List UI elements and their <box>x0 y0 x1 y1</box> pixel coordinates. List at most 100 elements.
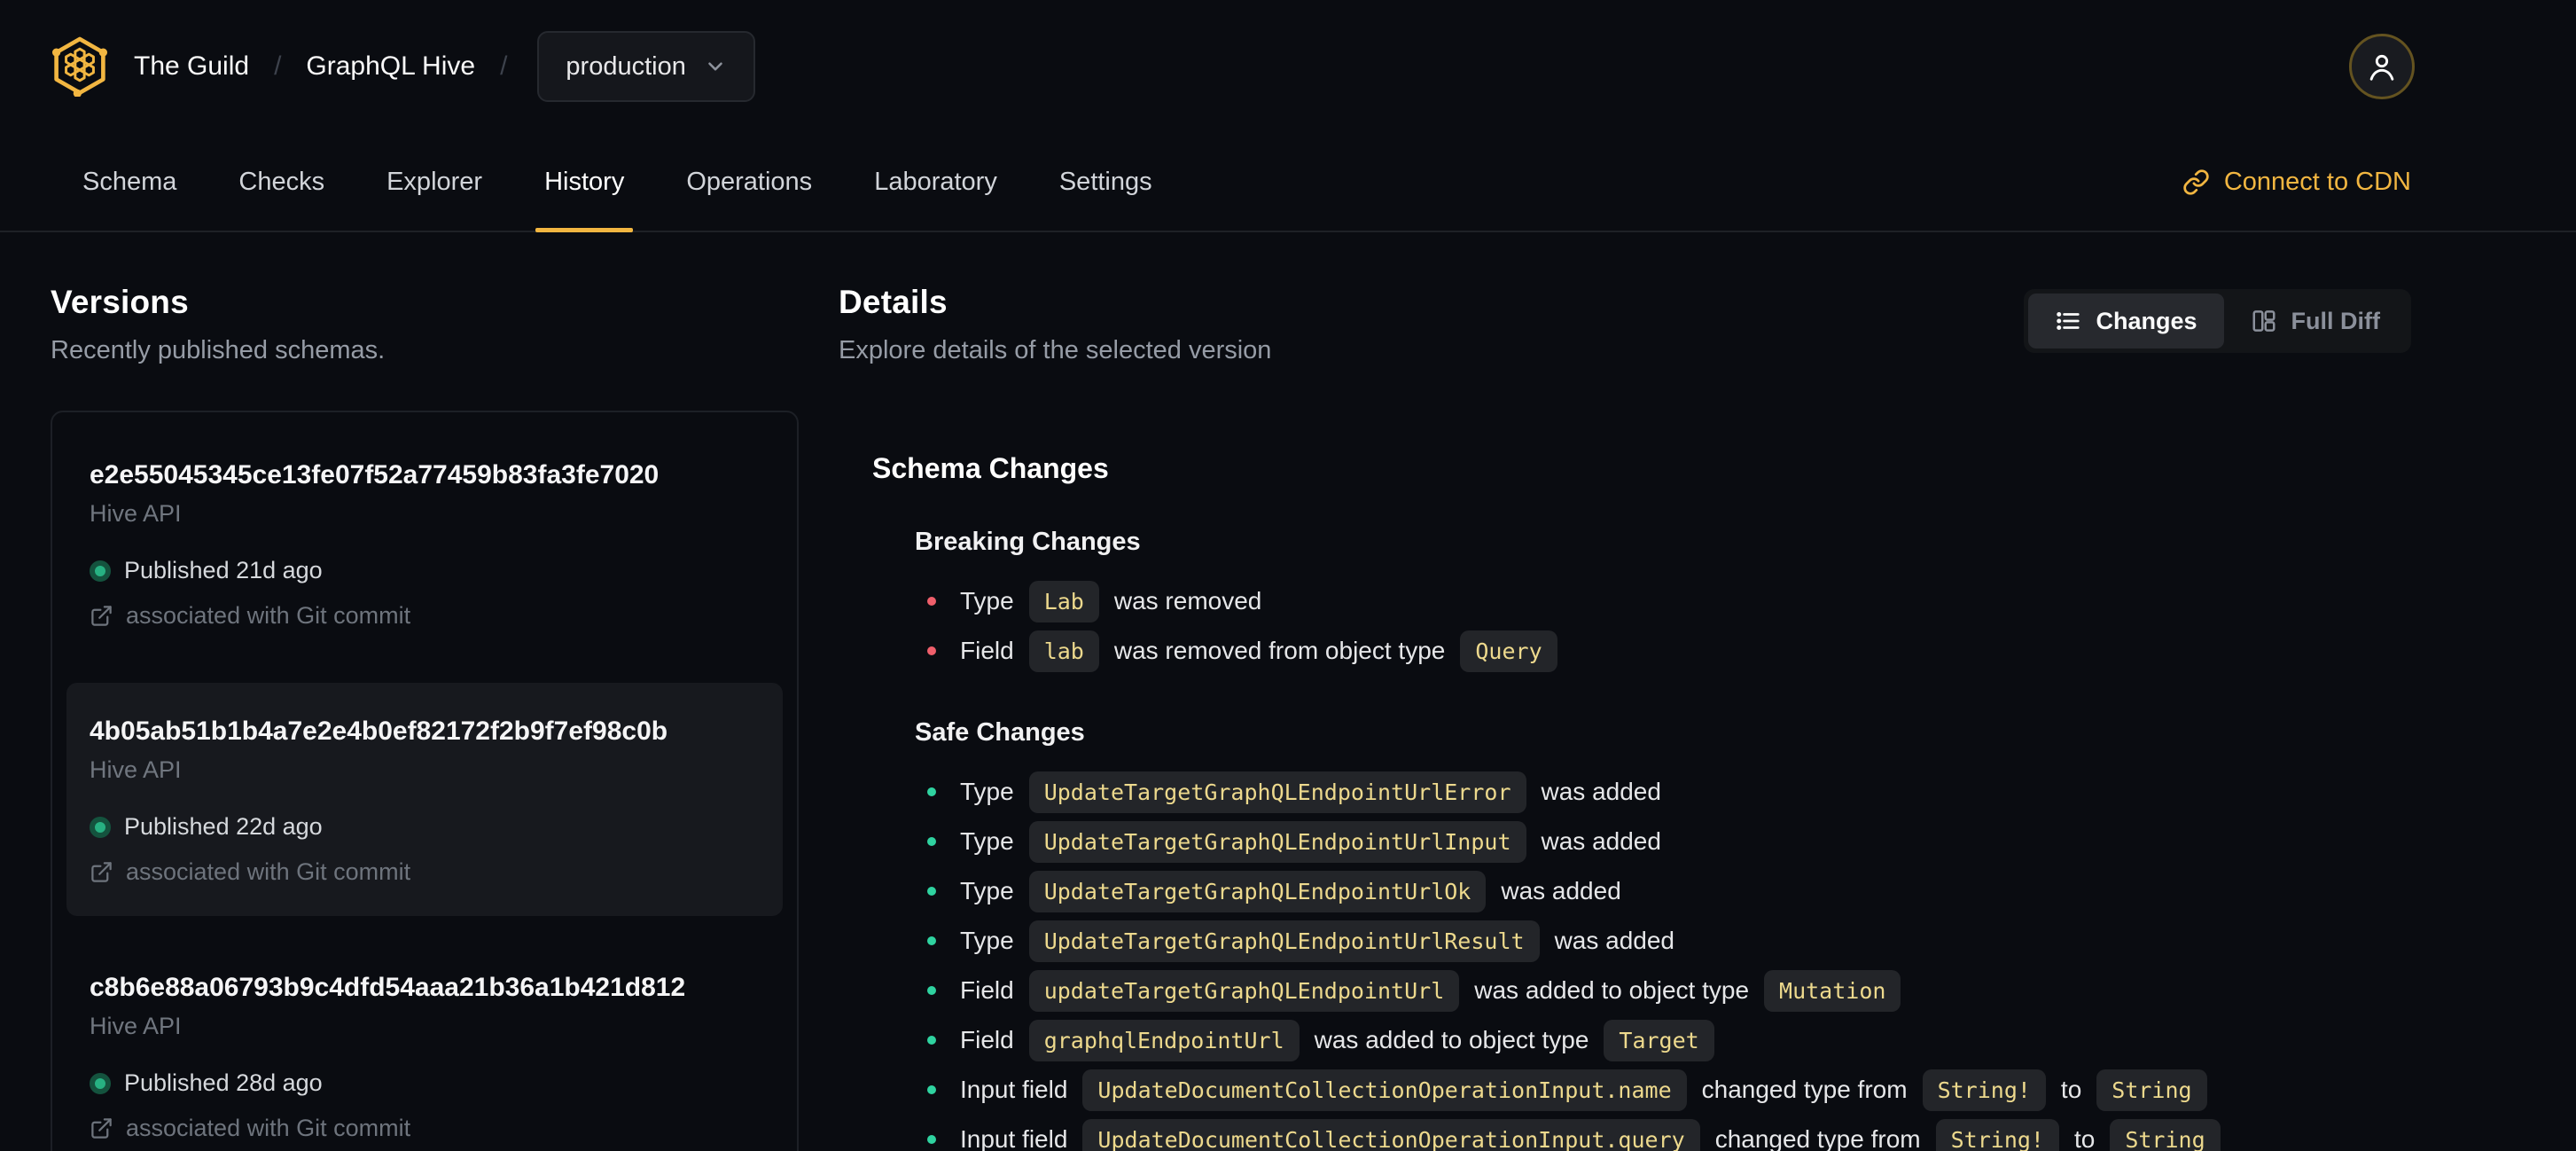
changes-view-button[interactable]: Changes <box>2028 294 2224 348</box>
change-text: was added <box>1541 778 1661 805</box>
list-icon <box>2057 311 2080 331</box>
tab-settings[interactable]: Settings <box>1056 133 1156 231</box>
version-card[interactable]: c8b6e88a06793b9c4dfd54aaa21b36a1b421d812… <box>66 939 783 1151</box>
version-card[interactable]: 4b05ab51b1b4a7e2e4b0ef82172f2b9f7ef98c0b… <box>66 683 783 916</box>
link-icon <box>2183 168 2209 195</box>
safe-change-bullet <box>927 787 936 796</box>
published-status: Published 28d ago <box>90 1069 760 1097</box>
details-header: Details Explore details of the selected … <box>839 284 2411 365</box>
cdn-link-label: Connect to CDN <box>2223 167 2411 196</box>
safe-changes-list: Type UpdateTargetGraphQLEndpointUrlError w… <box>915 767 2411 1151</box>
app-root: The Guild / GraphQL Hive / production Sc… <box>0 0 2576 1151</box>
tab-operations[interactable]: Operations <box>683 133 816 231</box>
nav-tabs: Schema Checks Explorer History Operations Lab… <box>79 133 1156 232</box>
service-name: Hive API <box>90 500 182 527</box>
version-card[interactable]: e2e55045345ce13fe07f52a77459b83fa3fe7020… <box>66 427 783 660</box>
code-chip: graphqlEndpointUrl <box>1028 1019 1300 1061</box>
full-diff-view-label: Full Diff <box>2291 307 2380 334</box>
published-time: Published 21d ago <box>124 557 323 583</box>
breaking-change-bullet <box>927 597 936 606</box>
schema-change-item: Type UpdateTargetGraphQLEndpointUrlResult… <box>915 916 2411 966</box>
change-text: was removed <box>1113 587 1262 615</box>
external-link-icon <box>91 862 112 882</box>
safe-change-bullet <box>927 887 936 896</box>
git-commit-link-label: associated with Git commit <box>126 1115 411 1141</box>
breaking-changes-list: Type Lab was removed Field lab was removed fr… <box>915 576 2411 676</box>
safe-change-bullet <box>927 1085 936 1094</box>
version-hash: c8b6e88a06793b9c4dfd54aaa21b36a1b421d812 <box>90 973 686 1002</box>
change-text: Field <box>960 976 1014 1004</box>
published-time: Published 22d ago <box>124 813 323 840</box>
published-status: Published 21d ago <box>90 557 760 584</box>
connect-to-cdn-link[interactable]: Connect to CDN <box>2182 133 2411 231</box>
schema-changes-title: Schema Changes <box>872 452 1109 484</box>
change-text: was added to object type <box>1314 1026 1589 1053</box>
tab-laboratory[interactable]: Laboratory <box>870 133 1001 231</box>
schema-change-item: Field updateTargetGraphQLEndpointUrl was a… <box>915 966 2411 1015</box>
tab-schema[interactable]: Schema <box>79 133 180 231</box>
breadcrumb-project[interactable]: GraphQL Hive <box>306 51 475 82</box>
published-status-dot <box>90 560 111 582</box>
schema-change-item: Input field UpdateDocumentCollectionOpera… <box>915 1065 2411 1115</box>
external-link-icon <box>91 1118 112 1139</box>
version-hash: 4b05ab51b1b4a7e2e4b0ef82172f2b9f7ef98c0b <box>90 716 668 746</box>
columns-icon <box>2252 310 2275 332</box>
versions-panel: Versions Recently published schemas. e2e… <box>51 284 799 1151</box>
version-hash: e2e55045345ce13fe07f52a77459b83fa3fe7020 <box>90 460 660 489</box>
main-content: Versions Recently published schemas. e2e… <box>0 232 2576 1151</box>
published-status-dot <box>90 1072 111 1094</box>
change-text: to <box>2073 1125 2096 1151</box>
git-commit-link-label: associated with Git commit <box>126 858 411 885</box>
breadcrumb: The Guild / GraphQL Hive / production <box>0 0 2576 133</box>
hive-logo-icon[interactable] <box>51 35 109 98</box>
breadcrumb-org[interactable]: The Guild <box>134 51 249 82</box>
breadcrumb-separator: / <box>274 51 282 81</box>
safe-change-bullet <box>927 936 936 945</box>
change-text: Type <box>960 927 1014 954</box>
change-text: Input field <box>960 1076 1068 1103</box>
target-selector[interactable]: production <box>537 31 755 102</box>
safe-change-bullet <box>927 837 936 846</box>
code-chip: UpdateDocumentCollectionOperationInput.q… <box>1082 1118 1700 1151</box>
user-icon <box>2369 54 2394 81</box>
schema-changes-section: Schema Changes Breaking Changes Type Lab w… <box>872 452 2411 1151</box>
safe-changes-title: Safe Changes <box>915 718 1085 747</box>
schema-change-item: Field graphqlEndpointUrl was added to obje… <box>915 1015 2411 1065</box>
git-commit-link[interactable]: associated with Git commit <box>90 602 760 630</box>
code-chip: String <box>2096 1069 2207 1111</box>
full-diff-view-button[interactable]: Full Diff <box>2224 294 2407 348</box>
change-text: changed type from <box>1701 1076 1908 1103</box>
git-commit-link[interactable]: associated with Git commit <box>90 858 760 886</box>
details-panel: Details Explore details of the selected … <box>839 284 2411 1151</box>
schema-change-item: Type Lab was removed <box>915 576 2411 626</box>
git-commit-link-label: associated with Git commit <box>126 602 411 629</box>
schema-change-item: Type UpdateTargetGraphQLEndpointUrlOk was … <box>915 866 2411 916</box>
code-chip: Target <box>1604 1019 1714 1061</box>
code-chip: Lab <box>1028 580 1099 622</box>
safe-change-bullet <box>927 986 936 995</box>
schema-change-item: Type UpdateTargetGraphQLEndpointUrlInput w… <box>915 817 2411 866</box>
code-chip: UpdateTargetGraphQLEndpointUrlResult <box>1028 920 1540 962</box>
schema-change-item: Field lab was removed from object type Quer… <box>915 626 2411 676</box>
code-chip: UpdateTargetGraphQLEndpointUrlError <box>1028 771 1526 813</box>
change-text: Field <box>960 1026 1014 1053</box>
tab-explorer[interactable]: Explorer <box>383 133 486 231</box>
code-chip: String <box>2110 1118 2221 1151</box>
version-list: e2e55045345ce13fe07f52a77459b83fa3fe7020… <box>51 411 799 1151</box>
service-name: Hive API <box>90 756 182 783</box>
schema-change-item: Type UpdateTargetGraphQLEndpointUrlError w… <box>915 767 2411 817</box>
git-commit-link[interactable]: associated with Git commit <box>90 1115 760 1142</box>
change-text: Type <box>960 827 1014 855</box>
change-text: Input field <box>960 1125 1068 1151</box>
code-chip: Query <box>1460 630 1557 672</box>
tab-checks[interactable]: Checks <box>235 133 328 231</box>
change-text: was added <box>1554 927 1674 954</box>
tab-history[interactable]: History <box>535 133 634 232</box>
versions-title: Versions <box>51 284 189 320</box>
safe-change-bullet <box>927 1036 936 1045</box>
code-chip: updateTargetGraphQLEndpointUrl <box>1028 969 1460 1012</box>
user-avatar[interactable] <box>2349 34 2415 99</box>
change-text: changed type from <box>1714 1125 1921 1151</box>
versions-subtitle: Recently published schemas. <box>51 336 386 364</box>
change-text: was removed from object type <box>1113 637 1446 664</box>
